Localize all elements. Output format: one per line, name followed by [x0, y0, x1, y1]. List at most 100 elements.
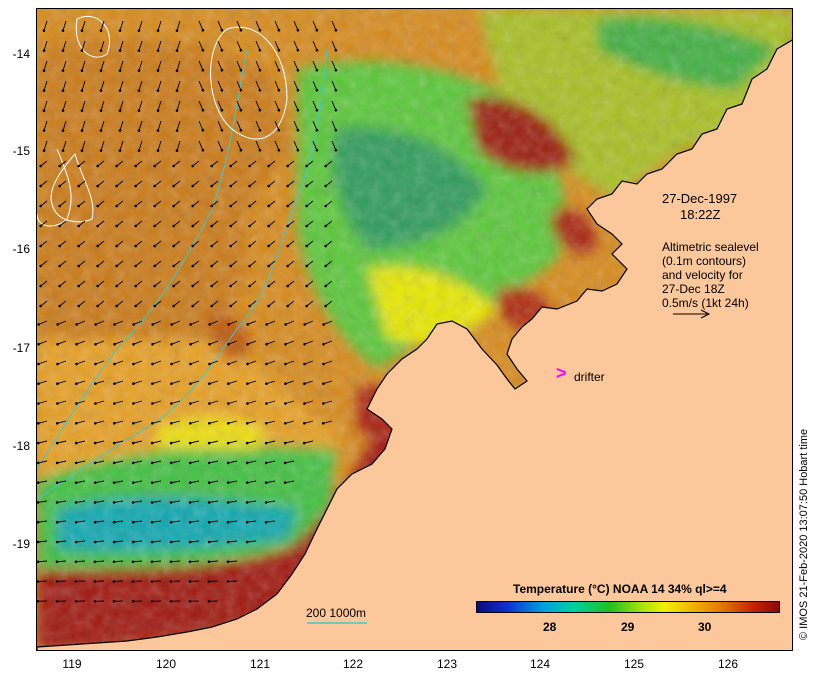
velocity-arrow-head [37, 342, 40, 346]
velocity-arrow-head [220, 128, 224, 132]
velocity-arrow-head [286, 224, 289, 228]
velocity-arrow-head [227, 382, 230, 386]
velocity-arrow-head [229, 164, 232, 168]
velocity-arrow-head [265, 402, 268, 405]
velocity-arrow-head [188, 540, 192, 544]
velocity-arrow-head [267, 264, 270, 268]
velocity-arrow-head [248, 244, 251, 248]
altimetry-label: and velocity for [662, 268, 743, 282]
velocity-arrow-head [226, 481, 230, 485]
velocity-arrow-head [210, 224, 213, 228]
velocity-arrow-head [75, 402, 78, 405]
velocity-arrow-head [245, 441, 249, 445]
velocity-arrow-head [189, 323, 192, 326]
velocity-arrow-head [277, 108, 281, 112]
velocity-arrow-head [55, 580, 59, 583]
velocity-arrow [170, 580, 181, 582]
velocity-arrow-head [77, 224, 80, 228]
velocity-arrow-head [39, 164, 42, 168]
velocity-arrow-head [175, 89, 179, 92]
velocity-arrow-head [245, 461, 249, 465]
velocity-arrow-head [170, 323, 173, 326]
velocity-arrow-head [264, 501, 268, 504]
velocity-arrow-head [61, 109, 65, 112]
velocity-arrow-head [201, 48, 205, 52]
velocity-arrow-head [258, 68, 262, 72]
lon-tick: 123 [436, 657, 458, 671]
velocity-arrow-head [175, 109, 179, 112]
sst-map [36, 8, 793, 651]
velocity-arrow-head [175, 49, 179, 52]
velocity-arrow-head [156, 49, 160, 52]
velocity-arrow-head [188, 461, 192, 465]
velocity-arrow-head [134, 224, 137, 228]
altimetry-label: 27-Dec 18Z [662, 282, 725, 296]
velocity-arrow-head [56, 422, 59, 425]
velocity-arrow-head [80, 89, 84, 92]
velocity-arrow-head [137, 69, 141, 72]
velocity-arrow-head [210, 204, 213, 208]
velocity-arrow-head [248, 224, 251, 228]
velocity-arrow-head [210, 264, 213, 268]
velocity-arrow-head [322, 362, 325, 366]
velocity-arrow-head [58, 244, 61, 248]
velocity-arrow-head [115, 284, 118, 288]
velocity-arrow-head [75, 362, 78, 366]
velocity-arrow-head [324, 244, 328, 248]
credit-stamp: © IMOS 21-Feb-2020 13:07:50 Hobart time [798, 428, 810, 640]
velocity-arrow-head [315, 68, 319, 72]
velocity-arrow-head [99, 29, 103, 32]
velocity-arrow-head [94, 422, 97, 425]
velocity-arrow [56, 580, 67, 582]
velocity-arrow-head [324, 184, 328, 188]
velocity-arrow-head [150, 461, 154, 465]
velocity-arrow-head [239, 28, 243, 32]
velocity-arrow-head [58, 184, 61, 188]
velocity-arrow-head [169, 540, 173, 544]
velocity-arrow-head [58, 224, 61, 228]
velocity-arrow-head [112, 481, 116, 485]
velocity-arrow-head [264, 520, 268, 524]
velocity-arrow-head [37, 422, 40, 425]
velocity-arrow-head [189, 402, 192, 405]
velocity-arrow-head [115, 244, 118, 248]
velocity-arrow-head [80, 149, 84, 152]
velocity-arrow-head [58, 304, 61, 308]
velocity-arrow-head [39, 284, 42, 288]
velocity-arrow-head [150, 580, 154, 583]
velocity-arrow-head [207, 441, 211, 445]
velocity-arrow-head [189, 382, 192, 386]
velocity-arrow-head [55, 600, 59, 603]
velocity-arrow-head [305, 264, 309, 268]
velocity-arrow-head [264, 461, 268, 465]
velocity-arrow-head [245, 520, 249, 524]
velocity-arrow-head [239, 128, 243, 132]
velocity-arrow-head [61, 49, 65, 52]
lon-tick: 125 [623, 657, 645, 671]
velocity-arrow-head [61, 69, 65, 72]
velocity-arrow-head [156, 89, 160, 92]
lon-tick: 120 [155, 657, 177, 671]
colorbar-tick: 28 [543, 620, 557, 634]
velocity-arrow-head [55, 560, 59, 564]
velocity-arrow-head [296, 148, 300, 152]
velocity-arrow-head [151, 323, 154, 326]
velocity-arrow-head [56, 362, 59, 366]
velocity-arrow-head [37, 461, 40, 465]
velocity-arrow-head [75, 323, 78, 326]
velocity-arrow-head [77, 204, 80, 208]
velocity-arrow-head [239, 148, 243, 152]
velocity-arrow [94, 580, 105, 582]
velocity-arrow-head [220, 28, 224, 32]
velocity-arrow-head [55, 441, 59, 445]
velocity-arrow-head [239, 88, 243, 92]
velocity-arrow-head [172, 204, 175, 208]
velocity-arrow-head [170, 362, 173, 366]
velocity-arrow-head [131, 520, 135, 524]
velocity-arrow-head [37, 441, 40, 445]
velocity-arrow-head [37, 402, 40, 405]
velocity-arrow-head [265, 342, 268, 346]
velocity-arrow-head [324, 224, 328, 228]
velocity-arrow-head [258, 128, 262, 132]
velocity-arrow-head [324, 204, 328, 208]
